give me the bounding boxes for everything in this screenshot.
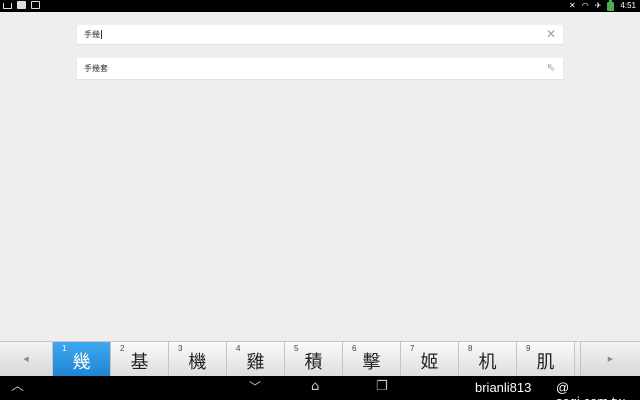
usb-icon [17, 1, 26, 9]
notification-icons [3, 1, 40, 9]
candidate-6[interactable]: 6 擊 [343, 342, 401, 376]
candidate-1[interactable]: 1 幾 [53, 342, 111, 376]
candidate-5[interactable]: 5 積 [285, 342, 343, 376]
triangle-right-icon: ▶ [607, 355, 614, 363]
wifi-icon: ◠ [581, 1, 589, 10]
chevron-up-icon[interactable]: ︿ [11, 379, 24, 395]
candidate-next-button[interactable]: ▶ [580, 342, 640, 376]
candidate-9[interactable]: 9 肌 [517, 342, 575, 376]
recent-apps-icon[interactable]: ❐ [376, 379, 388, 395]
triangle-left-icon: ◀ [23, 355, 29, 363]
watermark-user: brianli813 [475, 380, 532, 395]
search-input-text[interactable]: 手幾 [84, 29, 102, 40]
candidate-8[interactable]: 8 机 [459, 342, 517, 376]
status-bar: ✕ ◠ ✈ 4:51 [0, 0, 640, 12]
clock: 4:51 [620, 1, 636, 10]
chevron-down-icon[interactable]: ﹀ [249, 379, 261, 395]
arrow-up-left-icon[interactable]: ⇖ [545, 62, 557, 74]
mute-icon: ✕ [569, 1, 576, 10]
close-icon[interactable]: ✕ [545, 28, 557, 40]
suggestion-text: 手幾套 [84, 64, 108, 73]
watermark-site: @ sogi.com.tw [556, 380, 625, 400]
candidate-prev-button[interactable]: ◀ [0, 342, 53, 376]
home-icon[interactable]: ⌂ [311, 379, 319, 395]
suggestion-item[interactable]: 手幾套 ⇖ [77, 58, 563, 79]
navigation-bar: ︿ ﹀ ⌂ ❐ brianli813 @ sogi.com.tw [0, 376, 640, 400]
candidate-2[interactable]: 2 基 [111, 342, 169, 376]
ime-candidate-bar: ◀ 1 幾 2 基 3 機 4 雞 5 積 6 擊 7 姬 8 机 9 肌 ▶ [0, 341, 640, 376]
candidate-7[interactable]: 7 姬 [401, 342, 459, 376]
search-field[interactable]: 手幾 ✕ [77, 25, 563, 44]
image-icon [31, 1, 40, 9]
text-cursor [101, 30, 102, 39]
airplane-icon: ✈ [594, 1, 602, 10]
candidate-3[interactable]: 3 機 [169, 342, 227, 376]
candidate-4[interactable]: 4 雞 [227, 342, 285, 376]
system-icons: ✕ ◠ ✈ 4:51 [569, 0, 636, 12]
tray-icon [3, 3, 12, 9]
battery-icon [607, 0, 615, 11]
